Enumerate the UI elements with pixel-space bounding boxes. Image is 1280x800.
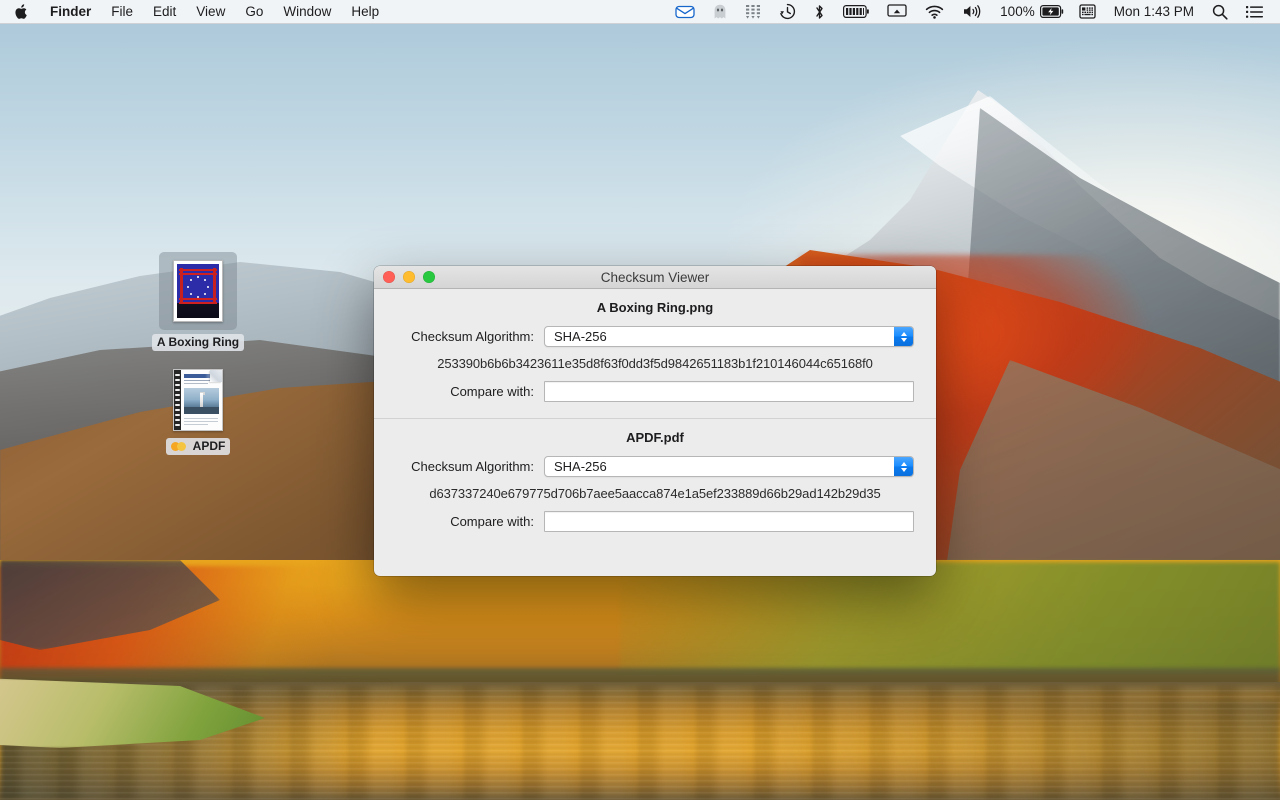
menu-bar-left: Finder File Edit View Go Window Help <box>0 0 389 23</box>
wallpaper-green-trees <box>620 562 1280 672</box>
apple-logo-icon[interactable] <box>0 0 40 23</box>
algorithm-selected-value: SHA-256 <box>554 329 607 344</box>
menu-window[interactable]: Window <box>273 0 341 23</box>
algorithm-row: Checksum Algorithm: SHA-256 <box>396 456 914 477</box>
boxing-ring-artwork <box>177 264 219 318</box>
desktop-icon-a-boxing-ring[interactable]: A Boxing Ring <box>150 252 246 351</box>
window-traffic-lights <box>374 271 435 283</box>
minimize-button-icon[interactable] <box>403 271 415 283</box>
menu-finder[interactable]: Finder <box>40 0 101 23</box>
volume-speaker-icon[interactable] <box>953 0 991 23</box>
mail-envelope-icon[interactable] <box>666 0 704 23</box>
algorithm-selected-value: SHA-256 <box>554 459 607 474</box>
desktop-icon-label: A Boxing Ring <box>151 334 245 351</box>
stars-circle <box>187 275 209 298</box>
clock-label[interactable]: Mon 1:43 PM <box>1105 4 1203 19</box>
menu-help[interactable]: Help <box>341 0 389 23</box>
algorithm-select-1[interactable]: SHA-256 <box>544 326 914 347</box>
equalizer-sliders-icon[interactable] <box>736 0 770 23</box>
time-machine-clock-icon[interactable] <box>770 0 805 23</box>
file-name-heading: APDF.pdf <box>626 430 684 445</box>
close-button-icon[interactable] <box>383 271 395 283</box>
file-name-heading: A Boxing Ring.png <box>596 300 714 315</box>
lighthouse-photo <box>184 388 219 414</box>
menu-go[interactable]: Go <box>235 0 273 23</box>
compare-label: Compare with: <box>450 384 534 399</box>
algorithm-select-2[interactable]: SHA-256 <box>544 456 914 477</box>
zoom-button-icon[interactable] <box>423 271 435 283</box>
algorithm-label: Checksum Algorithm: <box>411 329 534 344</box>
checksum-section-2: APDF.pdf Checksum Algorithm: SHA-256 d63… <box>374 419 936 548</box>
notification-center-list-icon[interactable] <box>1237 0 1272 23</box>
airplay-screen-icon[interactable] <box>878 0 916 23</box>
compare-input-2[interactable] <box>544 511 914 532</box>
search-magnifier-icon[interactable] <box>1203 0 1237 23</box>
battery-charging-icon[interactable] <box>1038 0 1070 23</box>
wifi-icon[interactable] <box>916 0 953 23</box>
menu-view[interactable]: View <box>186 0 235 23</box>
compare-label: Compare with: <box>450 514 534 529</box>
image-file-thumbnail-icon[interactable] <box>159 252 237 330</box>
compare-row-1: Compare with: <box>396 381 914 402</box>
compare-input-1[interactable] <box>544 381 914 402</box>
menu-edit[interactable]: Edit <box>143 0 186 23</box>
checksum-viewer-window[interactable]: Checksum Viewer A Boxing Ring.png Checks… <box>374 266 936 576</box>
menu-bar-status-area: 100% Mon 1:43 PM <box>666 0 1280 23</box>
compare-row-2: Compare with: <box>396 511 914 532</box>
orange-tag-icon <box>170 442 189 451</box>
chevron-up-down-icon[interactable] <box>894 457 913 476</box>
pdf-document-preview <box>173 369 223 431</box>
algorithm-row: Checksum Algorithm: SHA-256 <box>396 326 914 347</box>
window-title: Checksum Viewer <box>600 269 710 285</box>
menu-file[interactable]: File <box>101 0 143 23</box>
desktop-icon-label-wrap: APDF <box>165 438 231 455</box>
pdf-file-thumbnail-icon[interactable] <box>164 366 232 434</box>
desktop-icon-label: APDF <box>192 439 226 453</box>
page-curl-icon <box>210 370 222 382</box>
ghost-icon[interactable] <box>704 0 736 23</box>
macos-menu-bar: Finder File Edit View Go Window Help 100… <box>0 0 1280 24</box>
spiral-binding-icon <box>174 370 181 430</box>
desktop-icon-apdf[interactable]: APDF <box>150 366 246 455</box>
keyboard-input-icon[interactable] <box>1070 0 1105 23</box>
battery-percent-label[interactable]: 100% <box>991 4 1038 19</box>
window-content: A Boxing Ring.png Checksum Algorithm: SH… <box>374 289 936 548</box>
window-titlebar[interactable]: Checksum Viewer <box>374 266 936 289</box>
checksum-value-2: d637337240e679775d706b7aee5aacca874e1a5e… <box>429 486 881 501</box>
chevron-up-down-icon[interactable] <box>894 327 913 346</box>
bluetooth-icon[interactable] <box>805 0 834 23</box>
algorithm-label: Checksum Algorithm: <box>411 459 534 474</box>
checksum-value-1: 253390b6b6b3423611e35d8f63f0dd3f5d984265… <box>437 356 873 371</box>
picture-frame <box>173 260 223 322</box>
battery-icon[interactable] <box>834 0 878 23</box>
checksum-section-1: A Boxing Ring.png Checksum Algorithm: SH… <box>374 289 936 418</box>
